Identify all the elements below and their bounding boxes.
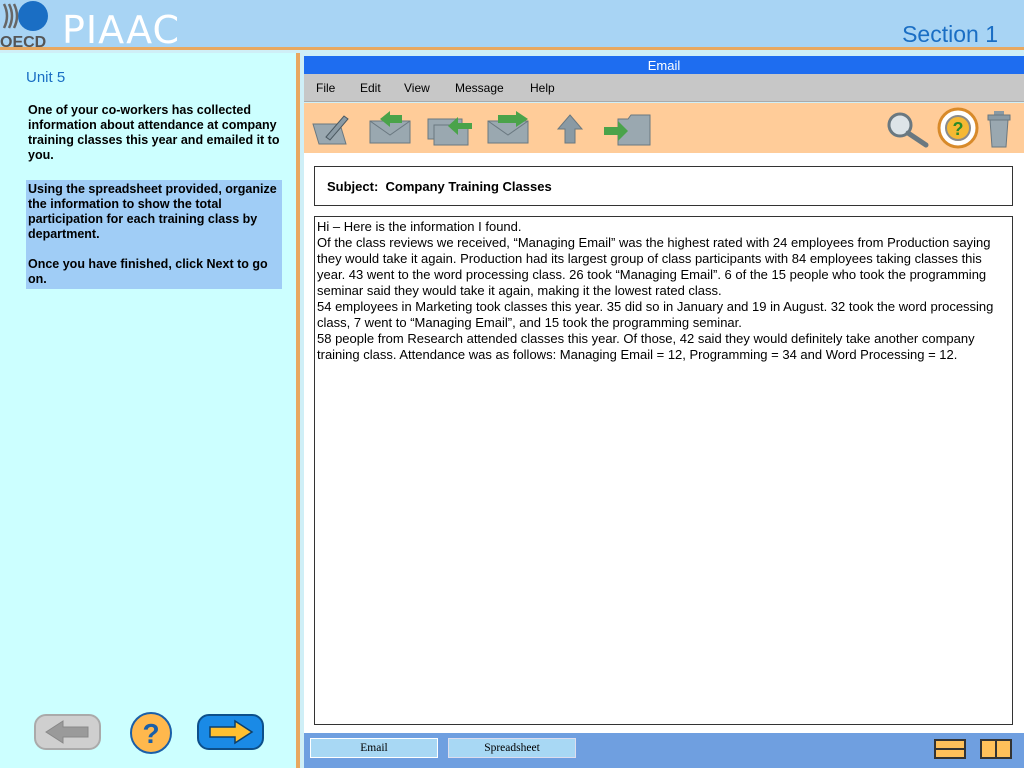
svg-text:?: ? xyxy=(953,119,964,139)
section-title: Section 1 xyxy=(902,21,998,47)
menu-edit[interactable]: Edit xyxy=(360,81,381,95)
reply-icon[interactable] xyxy=(366,111,414,147)
unit-label: Unit 5 xyxy=(26,69,66,86)
question-mark-icon: ? xyxy=(142,718,159,749)
task-instructions: Using the spreadsheet provided, organize… xyxy=(26,180,282,289)
forward-icon[interactable] xyxy=(486,111,534,147)
up-arrow-icon[interactable] xyxy=(556,113,584,145)
back-button[interactable] xyxy=(34,714,101,750)
menu-message[interactable]: Message xyxy=(455,81,504,95)
email-body-line: Of the class reviews we received, “Manag… xyxy=(317,235,991,298)
vertical-split-icon xyxy=(995,741,997,757)
menu-view[interactable]: View xyxy=(404,81,430,95)
subject-label: Subject: xyxy=(327,179,379,194)
task-text: Using the spreadsheet provided, organize… xyxy=(28,182,277,241)
email-content-area: Subject: Company Training Classes Hi – H… xyxy=(304,153,1024,733)
svg-text:?: ? xyxy=(142,718,159,749)
email-body-line: 54 employees in Marketing took classes t… xyxy=(317,299,994,330)
email-window-title: Email xyxy=(304,56,1024,74)
subject-value: Company Training Classes xyxy=(385,179,552,194)
email-toolbar: ? xyxy=(304,103,1024,153)
menu-bar: File Edit View Message Help xyxy=(304,74,1024,102)
horizontal-split-button[interactable] xyxy=(934,739,966,759)
email-body-line: 58 people from Research attended classes… xyxy=(317,331,975,362)
spreadsheet-tab-button[interactable]: Spreadsheet xyxy=(448,738,576,758)
email-tab-button[interactable]: Email xyxy=(310,738,438,758)
help-button[interactable]: ? xyxy=(130,712,172,754)
next-arrow-icon xyxy=(209,719,254,745)
vertical-split-button[interactable] xyxy=(980,739,1012,759)
instructions-panel: Unit 5 One of your co-workers has collec… xyxy=(0,53,300,768)
move-to-folder-icon[interactable] xyxy=(602,111,654,149)
email-body[interactable]: Hi – Here is the information I found. Of… xyxy=(314,216,1013,725)
menu-help[interactable]: Help xyxy=(530,81,555,95)
subject-field: Subject: Company Training Classes xyxy=(314,166,1013,206)
header-bar: OECD PIAAC Section 1 xyxy=(0,0,1024,52)
back-arrow-icon xyxy=(45,720,89,744)
next-button[interactable] xyxy=(197,714,264,750)
bottom-taskbar: Email Spreadsheet xyxy=(304,733,1024,768)
search-icon[interactable] xyxy=(884,111,930,149)
new-message-icon[interactable] xyxy=(310,110,350,148)
help-lifebuoy-icon[interactable]: ? xyxy=(936,106,980,150)
next-instruction-text: Once you have finished, click Next to go… xyxy=(28,257,268,286)
svg-text:OECD: OECD xyxy=(0,34,46,50)
reply-all-icon[interactable] xyxy=(426,111,474,147)
trash-icon[interactable] xyxy=(984,109,1014,149)
horizontal-split-icon xyxy=(936,748,964,750)
subject-line: Subject: Company Training Classes xyxy=(327,179,552,194)
brand-title: PIAAC xyxy=(62,8,181,52)
menu-file[interactable]: File xyxy=(316,81,335,95)
intro-text: One of your co-workers has collected inf… xyxy=(28,103,280,162)
oecd-logo: OECD xyxy=(0,1,48,50)
email-body-line: Hi – Here is the information I found. xyxy=(317,219,522,234)
